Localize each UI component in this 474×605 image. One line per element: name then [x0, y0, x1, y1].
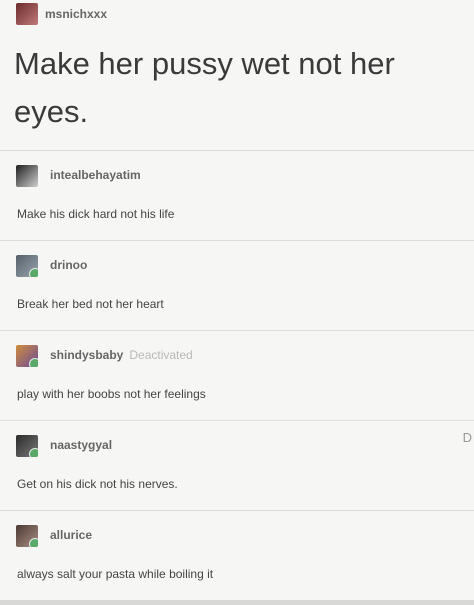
- reply-item: allurice always salt your pasta while bo…: [0, 510, 474, 601]
- follow-badge-icon: [29, 538, 38, 547]
- deactivated-label: Deactivated: [129, 348, 193, 362]
- follow-badge-icon: [29, 358, 38, 367]
- reply-text: Break her bed not her heart: [17, 297, 164, 311]
- post-avatar[interactable]: [16, 3, 38, 25]
- reply-avatar[interactable]: [16, 345, 38, 367]
- reply-text: Get on his dick not his nerves.: [17, 477, 178, 491]
- bottom-divider: [0, 600, 474, 605]
- follow-badge-icon: [29, 448, 38, 457]
- reply-avatar[interactable]: [16, 165, 38, 187]
- reply-item: drinoo Break her bed not her heart: [0, 240, 474, 331]
- post-title: Make her pussy wet not her eyes.: [14, 46, 395, 129]
- follow-badge-icon: [29, 268, 38, 277]
- reply-item: naastygyal Get on his dick not his nerve…: [0, 420, 474, 511]
- reply-username[interactable]: drinoo: [50, 258, 87, 272]
- reply-avatar[interactable]: [16, 435, 38, 457]
- reply-item: shindysbaby Deactivated play with her boo…: [0, 330, 474, 421]
- reply-item: intealbehayatim Make his dick hard not h…: [0, 150, 474, 241]
- reply-username[interactable]: naastygyal: [50, 438, 112, 452]
- reply-username[interactable]: shindysbaby Deactivated: [50, 348, 193, 362]
- reply-text: Make his dick hard not his life: [17, 207, 175, 221]
- reply-avatar[interactable]: [16, 525, 38, 547]
- reply-username[interactable]: intealbehayatim: [50, 168, 141, 182]
- reply-username[interactable]: allurice: [50, 528, 92, 542]
- reply-avatar[interactable]: [16, 255, 38, 277]
- reply-text: play with her boobs not her feelings: [17, 387, 206, 401]
- edge-glyph: D: [462, 430, 472, 445]
- reply-text: always salt your pasta while boiling it: [17, 567, 214, 581]
- original-post: msnichxxx Make her pussy wet not her eye…: [0, 0, 474, 150]
- post-username[interactable]: msnichxxx: [45, 7, 107, 21]
- post-thread: msnichxxx Make her pussy wet not her eye…: [0, 0, 474, 605]
- reply-username-text: shindysbaby: [50, 348, 124, 362]
